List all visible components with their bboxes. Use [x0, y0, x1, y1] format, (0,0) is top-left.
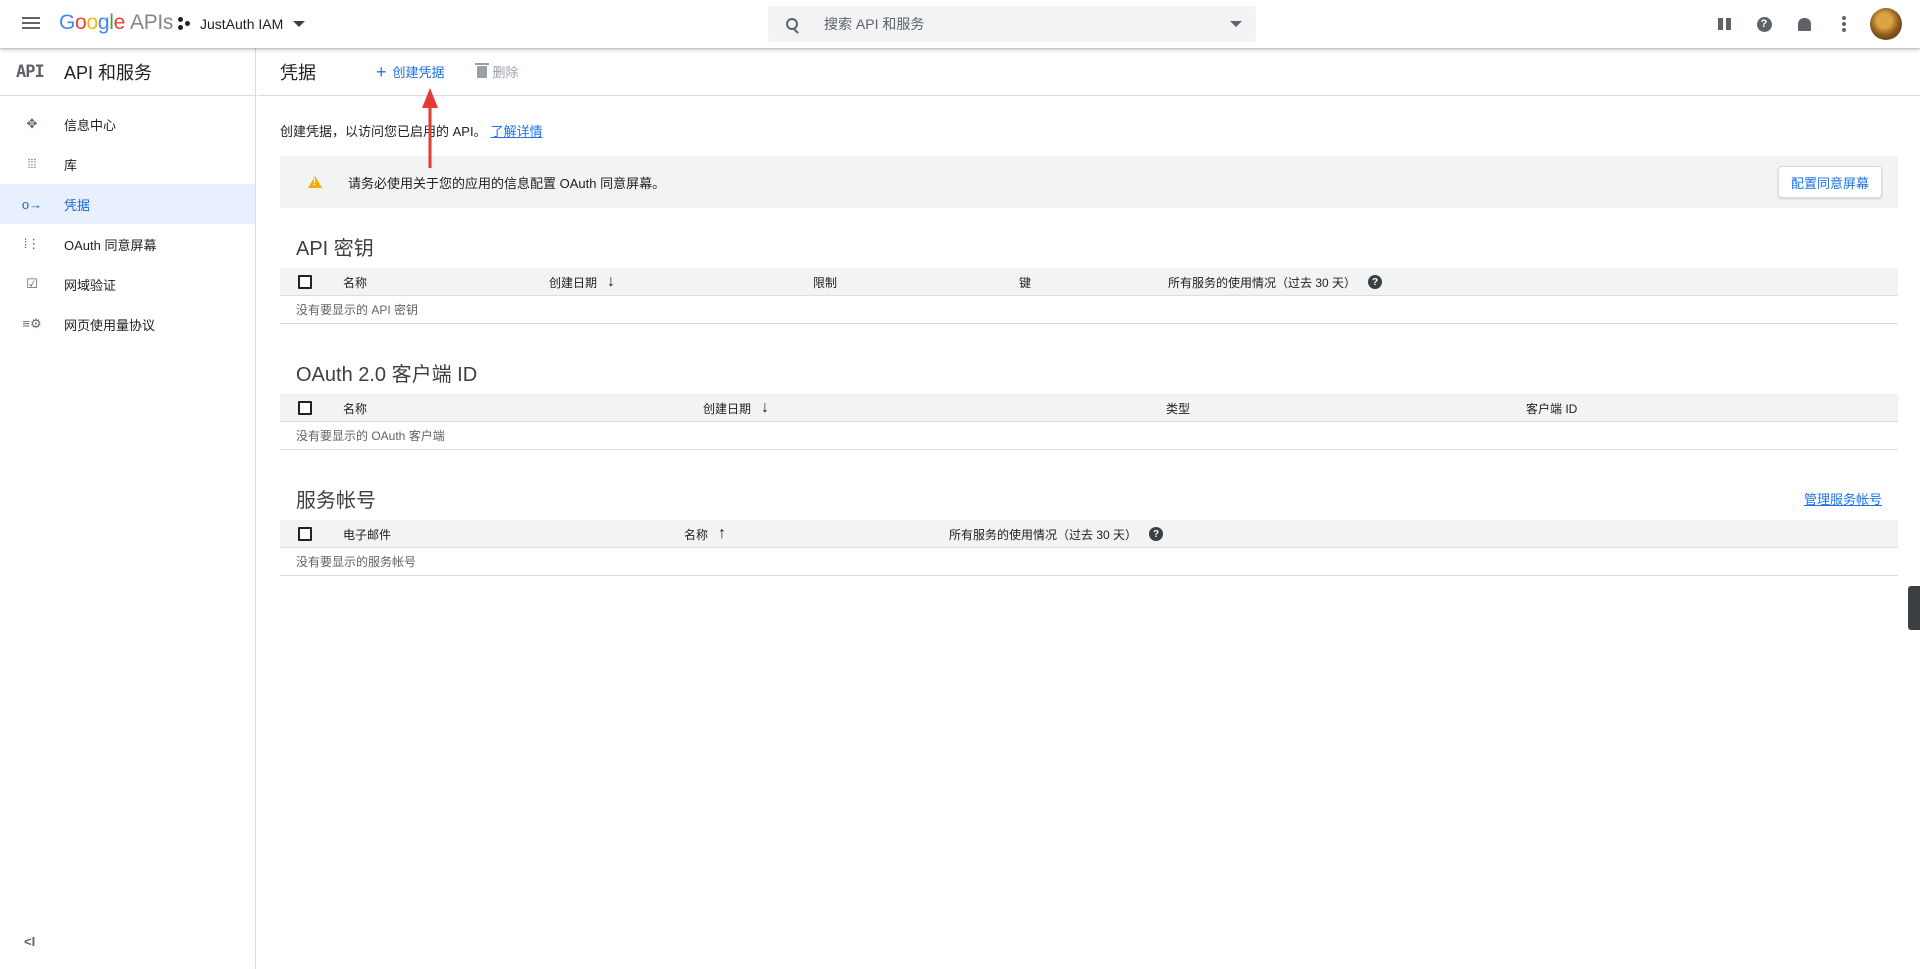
table-header: 名称 创建日期 ↓ 类型 客户端 ID: [280, 394, 1898, 422]
column-label: 所有服务的使用情况（过去 30 天）: [1168, 275, 1357, 290]
main-content: 凭据 + 创建凭据 删除 创建凭据，以访问您已启用的 API。了解详情 请务必使…: [257, 48, 1920, 969]
page-header: 凭据 + 创建凭据 删除: [257, 48, 1920, 96]
collapse-sidebar-icon[interactable]: <I: [24, 934, 35, 949]
project-icon: [178, 17, 192, 31]
column-label: 名称: [684, 527, 709, 542]
domain-check-icon: ☑: [26, 276, 38, 291]
page-title: 凭据: [280, 62, 316, 83]
column-label: 创建日期: [703, 401, 752, 416]
section-title: API 密钥: [296, 237, 374, 260]
column-header-sortable[interactable]: 创建日期 ↓: [549, 268, 615, 296]
gift-icon[interactable]: [1704, 8, 1744, 40]
sidebar-item-label: 库: [64, 157, 78, 173]
search-input[interactable]: [808, 16, 1230, 32]
sidebar-item-domain-verification[interactable]: ☑ 网域验证: [0, 264, 255, 304]
select-all-checkbox[interactable]: [298, 401, 312, 415]
select-all-checkbox[interactable]: [298, 527, 312, 541]
key-icon: o→: [21, 196, 43, 212]
column-label: 所有服务的使用情况（过去 30 天）: [949, 527, 1138, 542]
logo-suffix: APIs: [129, 11, 174, 34]
sidebar: API API 和服务 ✥ 信息中心 ⦙⦙⦙ 库 o→ 凭据 ⁞⋮ OAuth …: [0, 48, 256, 969]
column-header-sortable[interactable]: 名称 ↑: [684, 520, 726, 548]
api-keys-section: API 密钥 名称 创建日期 ↓ 限制 键 所有服务的使用情况（过去 30 天）?…: [280, 226, 1898, 324]
column-header[interactable]: 键: [1019, 268, 1031, 296]
arrow-down-icon: ↓: [761, 399, 770, 416]
manage-service-accounts-link[interactable]: 管理服务帐号: [1804, 489, 1882, 508]
avatar[interactable]: [1870, 8, 1902, 40]
help-icon[interactable]: ?: [1149, 527, 1164, 541]
sidebar-item-oauth-consent[interactable]: ⁞⋮ OAuth 同意屏幕: [0, 224, 255, 264]
table-header: 电子邮件 名称 ↑ 所有服务的使用情况（过去 30 天）?: [280, 520, 1898, 548]
delete-label: 删除: [492, 65, 519, 80]
column-header[interactable]: 名称: [343, 394, 367, 422]
warning-icon: [308, 176, 322, 188]
feedback-handle[interactable]: [1908, 586, 1920, 630]
section-title: 服务帐号: [296, 489, 376, 512]
sidebar-nav: ✥ 信息中心 ⦙⦙⦙ 库 o→ 凭据 ⁞⋮ OAuth 同意屏幕 ☑ 网域验证 …: [0, 96, 255, 344]
sidebar-item-label: 凭据: [64, 197, 91, 213]
banner-text: 请务必使用关于您的应用的信息配置 OAuth 同意屏幕。: [348, 175, 666, 191]
column-header[interactable]: 电子邮件: [343, 520, 391, 548]
search-icon[interactable]: [768, 6, 808, 42]
help-icon[interactable]: ?: [1744, 8, 1784, 40]
plus-icon: +: [376, 61, 387, 82]
configure-consent-screen-button[interactable]: 配置同意屏幕: [1777, 166, 1882, 198]
empty-row: 没有要显示的服务帐号: [280, 548, 1898, 576]
column-header[interactable]: 名称: [343, 268, 367, 296]
column-header[interactable]: 所有服务的使用情况（过去 30 天）?: [949, 520, 1164, 548]
sidebar-item-label: 网域验证: [64, 277, 117, 293]
column-header[interactable]: 类型: [1166, 394, 1190, 422]
select-all-checkbox[interactable]: [298, 275, 312, 289]
oauth-clients-section: OAuth 2.0 客户端 ID 名称 创建日期 ↓ 类型 客户端 ID 没有要显…: [280, 352, 1898, 450]
warning-banner: 请务必使用关于您的应用的信息配置 OAuth 同意屏幕。 配置同意屏幕: [280, 156, 1898, 208]
sidebar-header: API API 和服务: [0, 48, 255, 96]
intro-description: 创建凭据，以访问您已启用的 API。: [280, 124, 487, 139]
settings-list-icon: ≡⚙: [22, 316, 42, 331]
sidebar-item-label: 信息中心: [64, 117, 117, 133]
sidebar-title: API 和服务: [64, 62, 153, 83]
project-name: JustAuth IAM: [200, 16, 284, 32]
consent-icon: ⁞⋮: [23, 236, 41, 251]
search-dropdown-icon[interactable]: [1230, 21, 1242, 27]
library-icon: ⦙⦙⦙: [27, 156, 37, 171]
bell-icon[interactable]: [1784, 8, 1824, 40]
column-header[interactable]: 限制: [813, 268, 837, 296]
google-apis-logo[interactable]: Google APIs: [59, 11, 173, 35]
section-title: OAuth 2.0 客户端 ID: [296, 363, 478, 386]
sidebar-item-page-usage[interactable]: ≡⚙ 网页使用量协议: [0, 304, 255, 344]
search-bar[interactable]: [768, 6, 1256, 42]
menu-icon[interactable]: [20, 14, 42, 32]
table-header: 名称 创建日期 ↓ 限制 键 所有服务的使用情况（过去 30 天）?: [280, 268, 1898, 296]
project-selector[interactable]: JustAuth IAM: [178, 14, 306, 34]
service-accounts-section: 服务帐号 管理服务帐号 电子邮件 名称 ↑ 所有服务的使用情况（过去 30 天）?…: [280, 478, 1898, 576]
sidebar-item-label: OAuth 同意屏幕: [64, 237, 157, 253]
column-header[interactable]: 客户端 ID: [1526, 394, 1577, 422]
create-credentials-button[interactable]: + 创建凭据: [376, 62, 445, 81]
learn-more-link[interactable]: 了解详情: [491, 124, 543, 139]
arrow-up-icon: ↑: [718, 525, 727, 542]
column-header[interactable]: 所有服务的使用情况（过去 30 天）?: [1168, 268, 1383, 296]
column-label: 创建日期: [549, 275, 598, 290]
sidebar-item-credentials[interactable]: o→ 凭据: [0, 184, 255, 224]
chevron-down-icon: [293, 21, 306, 27]
dashboard-icon: ✥: [26, 116, 38, 131]
more-vert-icon[interactable]: [1824, 8, 1864, 40]
sidebar-item-label: 网页使用量协议: [64, 317, 156, 333]
column-header-sortable[interactable]: 创建日期 ↓: [703, 394, 769, 422]
sidebar-item-dashboard[interactable]: ✥ 信息中心: [0, 104, 255, 144]
empty-row: 没有要显示的 OAuth 客户端: [280, 422, 1898, 450]
help-icon[interactable]: ?: [1368, 275, 1383, 289]
sidebar-item-library[interactable]: ⦙⦙⦙ 库: [0, 144, 255, 184]
intro-text: 创建凭据，以访问您已启用的 API。 了解详情: [280, 121, 543, 140]
top-app-bar: GoogleAPIs JustAuth IAM ?: [0, 0, 1920, 48]
top-actions: ?: [1704, 8, 1902, 40]
trash-icon: [474, 62, 489, 78]
arrow-down-icon: ↓: [607, 273, 616, 290]
empty-row: 没有要显示的 API 密钥: [280, 296, 1898, 324]
delete-button[interactable]: 删除: [474, 62, 519, 81]
api-logo-icon: API: [16, 61, 45, 82]
create-credentials-label: 创建凭据: [392, 65, 445, 80]
